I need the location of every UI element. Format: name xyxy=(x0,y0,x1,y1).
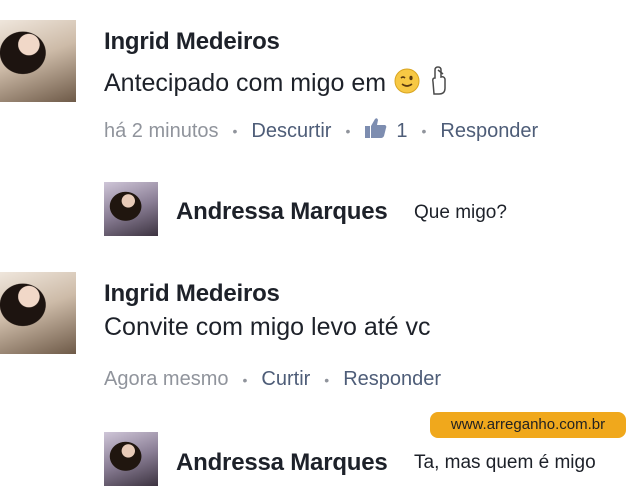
crossed-fingers-icon xyxy=(428,66,450,103)
reply-author[interactable]: Andressa Marques xyxy=(176,198,388,226)
comment-meta: Agora mesmo • Curtir • Responder xyxy=(104,368,441,391)
avatar[interactable] xyxy=(104,182,158,236)
comment-meta: há 2 minutos • Descurtir • 1 • Responder xyxy=(104,117,538,145)
thumbs-up-icon[interactable] xyxy=(364,117,388,145)
reply-text: Ta, mas quem é migo xyxy=(414,452,596,473)
reply-button[interactable]: Responder xyxy=(343,368,441,391)
reply-button[interactable]: Responder xyxy=(440,120,538,143)
separator-dot: • xyxy=(324,371,330,388)
separator-dot: • xyxy=(345,123,351,139)
reply-author[interactable]: Andressa Marques xyxy=(176,449,388,477)
avatar[interactable] xyxy=(0,20,76,102)
like-count[interactable]: 1 xyxy=(396,120,407,143)
comment-author[interactable]: Ingrid Medeiros xyxy=(104,28,280,56)
separator-dot: • xyxy=(232,123,238,139)
like-button[interactable]: Curtir xyxy=(261,368,310,391)
comment-author[interactable]: Ingrid Medeiros xyxy=(104,280,280,308)
comment-text: Antecipado com migo em xyxy=(104,66,450,103)
comment-timestamp[interactable]: há 2 minutos xyxy=(104,120,219,143)
separator-dot: • xyxy=(242,371,248,388)
comment-timestamp[interactable]: Agora mesmo xyxy=(104,368,229,391)
watermark: www.arreganho.com.br xyxy=(430,412,626,438)
reply-text: Que migo? xyxy=(414,202,507,223)
avatar[interactable] xyxy=(0,272,76,354)
comment-text: Convite com migo levo até vc xyxy=(104,313,431,341)
comment-text-body: Antecipado com migo em xyxy=(104,69,387,98)
separator-dot: • xyxy=(421,123,427,139)
avatar[interactable] xyxy=(104,432,158,486)
unlike-button[interactable]: Descurtir xyxy=(251,120,331,143)
winking-face-icon xyxy=(393,67,421,102)
